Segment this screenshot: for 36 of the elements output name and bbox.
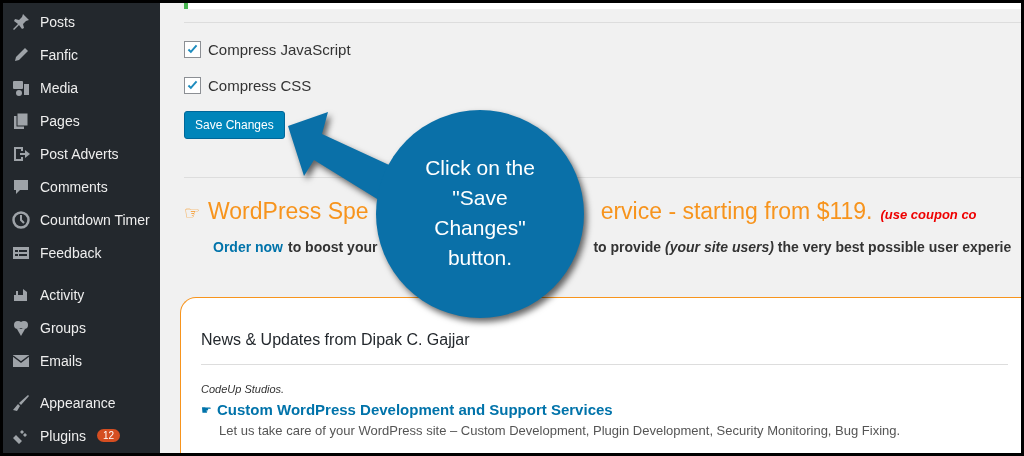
count-badge: 12 (96, 429, 121, 442)
news-link[interactable]: Custom WordPress Development and Support Services (217, 401, 613, 418)
news-title: News & Updates from Dipak C. Gajjar (201, 331, 471, 349)
news-source: CodeUp Studios. (201, 383, 286, 395)
sidebar-item[interactable]: Posts (3, 5, 160, 38)
sidebar-item[interactable]: Fanfic (3, 38, 160, 71)
checkbox-label: Compress CSS (208, 76, 312, 94)
sidebar-item[interactable]: Comments (3, 170, 160, 203)
promo-text: to boost your (288, 239, 378, 255)
news-excerpt: Let us take care of your WordPress site – Custom Development, Plugin Development, Security Monitoring, Bug Fixing. (218, 423, 902, 438)
sidebar-item[interactable]: Countdown Timer (3, 203, 160, 236)
sidebar-item[interactable]: Appearance (3, 386, 160, 419)
sidebar-item[interactable]: Feedback (3, 236, 160, 269)
pin-icon (11, 11, 31, 32)
sidebar-item[interactable]: Post Adverts (3, 137, 160, 170)
checkbox-label: Compress JavaScript (208, 40, 351, 58)
sidebar-item[interactable]: Media (3, 71, 160, 104)
brush-icon (11, 392, 31, 413)
promo-headline: ervice - starting from $119. (600, 198, 873, 225)
callout-text: Click on the "Save Changes" button. (424, 155, 536, 271)
sidebar-item[interactable]: Groups (3, 311, 160, 344)
save-button[interactable]: Save Changes (184, 111, 285, 139)
checkbox[interactable] (184, 76, 201, 94)
promo-headline: WordPress Spe (208, 198, 369, 225)
sidebar-item[interactable]: Plugins 12 (3, 419, 160, 452)
clock-icon (11, 209, 31, 230)
coupon-note: (use coupon co (880, 207, 977, 222)
pointing-hand-icon: ☞ (184, 202, 200, 224)
pointing-hand-icon: ☛ (201, 402, 212, 417)
checkbox[interactable] (184, 40, 201, 58)
sidebar-item[interactable]: Activity (3, 278, 160, 311)
order-link[interactable]: Order now (213, 239, 283, 255)
pages-icon (11, 110, 31, 131)
sidebar-item[interactable]: Pages (3, 104, 160, 137)
sidebar-item[interactable]: Emails (3, 344, 160, 377)
promo-text: to provide (your site users) the very best possible user experie (593, 239, 1012, 255)
